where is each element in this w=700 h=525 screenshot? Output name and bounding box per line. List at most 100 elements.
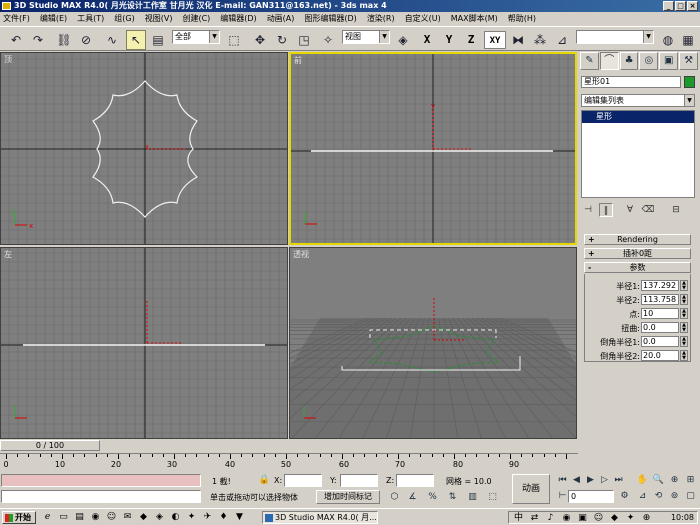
mirror-icon[interactable]: ⧓ bbox=[508, 30, 528, 50]
fov-icon[interactable]: ⊿ bbox=[636, 490, 649, 503]
go-to-start-icon[interactable]: ⏮ bbox=[556, 474, 569, 487]
timeline-ruler[interactable]: 0 10 20 30 40 50 60 70 80 90 bbox=[0, 453, 578, 471]
animate-button[interactable]: 动画 bbox=[512, 474, 550, 504]
display-tab-icon[interactable]: ▣ bbox=[659, 52, 679, 70]
maxscript-mini-field[interactable] bbox=[1, 490, 201, 503]
points-spinner[interactable]: ▲ ▼ bbox=[680, 308, 688, 319]
menu-modifiers[interactable]: 编辑器(D) bbox=[220, 13, 256, 24]
rollout-rendering[interactable]: + Rendering bbox=[584, 234, 691, 245]
tray-app-icon[interactable]: ◉ bbox=[561, 513, 572, 524]
time-slider[interactable]: 0 / 100 bbox=[0, 440, 100, 451]
menu-create[interactable]: 创建(C) bbox=[182, 13, 210, 24]
menu-help[interactable]: 帮助(H) bbox=[508, 13, 536, 24]
utilities-tab-icon[interactable]: ⚒ bbox=[679, 52, 698, 70]
orbit-icon[interactable]: ⊚ bbox=[668, 490, 681, 503]
material-editor-icon[interactable]: ◍ bbox=[658, 30, 678, 50]
taskbar-item-3dsmax[interactable]: 3D Studio MAX R4.0( 月... bbox=[262, 511, 378, 524]
spinner-snap-icon[interactable]: ⇅ bbox=[446, 491, 459, 504]
show-end-result-icon[interactable]: ‖ bbox=[599, 203, 613, 217]
viewport-top[interactable]: y x 顶 bbox=[0, 52, 288, 245]
selection-filter-dropdown[interactable]: 全部 ▼ bbox=[172, 30, 220, 44]
quicklaunch-app-icon[interactable]: ◆ bbox=[138, 512, 149, 523]
menu-animation[interactable]: 动画(A) bbox=[267, 13, 295, 24]
play-icon[interactable]: ▶ bbox=[584, 474, 597, 487]
snap-toggle-icon[interactable]: ⬡ bbox=[388, 491, 401, 504]
quicklaunch-desktop-icon[interactable]: ▭ bbox=[58, 512, 69, 523]
go-to-end-icon[interactable]: ⏭ bbox=[612, 474, 625, 487]
quicklaunch-smile-icon[interactable]: ☺ bbox=[106, 512, 117, 523]
radius1-input[interactable]: 137.292 bbox=[641, 280, 679, 291]
array-icon[interactable]: ⁂ bbox=[530, 30, 550, 50]
bind-space-warp-icon[interactable]: ∿ bbox=[102, 30, 122, 50]
current-frame-field[interactable]: 0 bbox=[568, 490, 614, 503]
region-select-icon[interactable]: ⬚ bbox=[224, 30, 244, 50]
quicklaunch-app-icon[interactable]: ◐ bbox=[170, 512, 181, 523]
viewport-label-perspective[interactable]: 透视 bbox=[293, 249, 309, 260]
start-button[interactable]: 开始 bbox=[2, 511, 36, 524]
quicklaunch-app-icon[interactable]: ✉ bbox=[122, 512, 133, 523]
axis-z-button[interactable]: Z bbox=[462, 31, 480, 49]
object-name-field[interactable]: 星形01 bbox=[581, 76, 681, 88]
stack-item-star[interactable]: 星形 bbox=[582, 111, 694, 123]
viewport-label-top[interactable]: 顶 bbox=[4, 54, 12, 65]
modify-tab-icon[interactable]: ⌒ bbox=[599, 52, 619, 70]
next-frame-icon[interactable]: ▷ bbox=[598, 474, 611, 487]
fillet-radius2-spinner[interactable]: ▲ ▼ bbox=[680, 350, 688, 361]
window-crossing-icon[interactable]: ⬚ bbox=[486, 491, 499, 504]
rotate-icon[interactable]: ↻ bbox=[272, 30, 292, 50]
maxscript-listener-field[interactable] bbox=[1, 474, 201, 487]
unlink-icon[interactable]: ⊘ bbox=[76, 30, 96, 50]
menu-tools[interactable]: 工具(T) bbox=[77, 13, 104, 24]
rollout-parameters[interactable]: - 参数 bbox=[584, 262, 691, 273]
close-button[interactable]: × bbox=[687, 1, 698, 11]
remove-modifier-icon[interactable]: ⌫ bbox=[641, 203, 655, 217]
quicklaunch-app-icon[interactable]: ◈ bbox=[154, 512, 165, 523]
radius2-spinner[interactable]: ▲ ▼ bbox=[680, 294, 688, 305]
time-config-icon[interactable]: ⚙ bbox=[618, 490, 631, 503]
add-time-tag-button[interactable]: 增加时间标记 bbox=[316, 490, 380, 504]
quicklaunch-app-icon[interactable]: ▼ bbox=[234, 512, 245, 523]
minimize-button[interactable]: _ bbox=[663, 1, 674, 11]
hierarchy-tab-icon[interactable]: ♣ bbox=[619, 52, 639, 70]
render-icon[interactable]: ▦ bbox=[678, 30, 698, 50]
menu-group[interactable]: 组(G) bbox=[114, 13, 134, 24]
make-unique-icon[interactable]: ∀ bbox=[623, 203, 637, 217]
viewport-label-front[interactable]: 前 bbox=[294, 55, 302, 66]
create-tab-icon[interactable]: ✎ bbox=[580, 52, 599, 70]
fillet-radius1-spinner[interactable]: ▲ ▼ bbox=[680, 336, 688, 347]
prev-frame-icon[interactable]: ◀ bbox=[570, 474, 583, 487]
tray-app-icon[interactable]: ⊕ bbox=[641, 513, 652, 524]
viewport-left[interactable]: 左 bbox=[0, 247, 288, 439]
named-selection-dropdown[interactable]: ▼ bbox=[576, 30, 654, 44]
move-icon[interactable]: ✥ bbox=[250, 30, 270, 50]
redo-icon[interactable]: ↷ bbox=[28, 30, 48, 50]
x-coordinate-field[interactable] bbox=[284, 474, 322, 487]
radius2-input[interactable]: 113.758 bbox=[641, 294, 679, 305]
menu-customize[interactable]: 自定义(U) bbox=[405, 13, 441, 24]
zoom-extents-icon[interactable]: ⊞ bbox=[684, 474, 697, 487]
tray-app-icon[interactable]: ☺ bbox=[593, 513, 604, 524]
quicklaunch-app-icon[interactable]: ✦ bbox=[186, 512, 197, 523]
angle-snap-icon[interactable]: ∡ bbox=[406, 491, 419, 504]
viewport-label-left[interactable]: 左 bbox=[4, 249, 12, 260]
tray-app-icon[interactable]: ▣ bbox=[577, 513, 588, 524]
rollout-interpolation[interactable]: + 插补0距 bbox=[584, 248, 691, 259]
tray-network-icon[interactable]: ⇄ bbox=[529, 513, 540, 524]
tray-volume-icon[interactable]: ♪ bbox=[545, 513, 556, 524]
menu-maxscript[interactable]: MAX脚本(M) bbox=[451, 13, 498, 24]
quicklaunch-folder-icon[interactable]: ▤ bbox=[74, 512, 85, 523]
axis-y-button[interactable]: Y bbox=[440, 31, 458, 49]
y-coordinate-field[interactable] bbox=[340, 474, 378, 487]
arc-rotate-icon[interactable]: ⟲ bbox=[652, 490, 665, 503]
viewport-front[interactable]: y 前 bbox=[289, 52, 577, 245]
axis-xy-button[interactable]: XY bbox=[484, 31, 506, 49]
fillet-radius1-input[interactable]: 0.0 bbox=[641, 336, 679, 347]
quicklaunch-app-icon[interactable]: ♦ bbox=[218, 512, 229, 523]
pivot-center-icon[interactable]: ◈ bbox=[393, 30, 413, 50]
configure-sets-icon[interactable]: ⊟ bbox=[669, 203, 683, 217]
menu-views[interactable]: 视图(V) bbox=[145, 13, 173, 24]
z-coordinate-field[interactable] bbox=[396, 474, 434, 487]
motion-tab-icon[interactable]: ◎ bbox=[639, 52, 659, 70]
radius1-spinner[interactable]: ▲ ▼ bbox=[680, 280, 688, 291]
viewport-perspective[interactable]: 透视 bbox=[289, 247, 577, 439]
